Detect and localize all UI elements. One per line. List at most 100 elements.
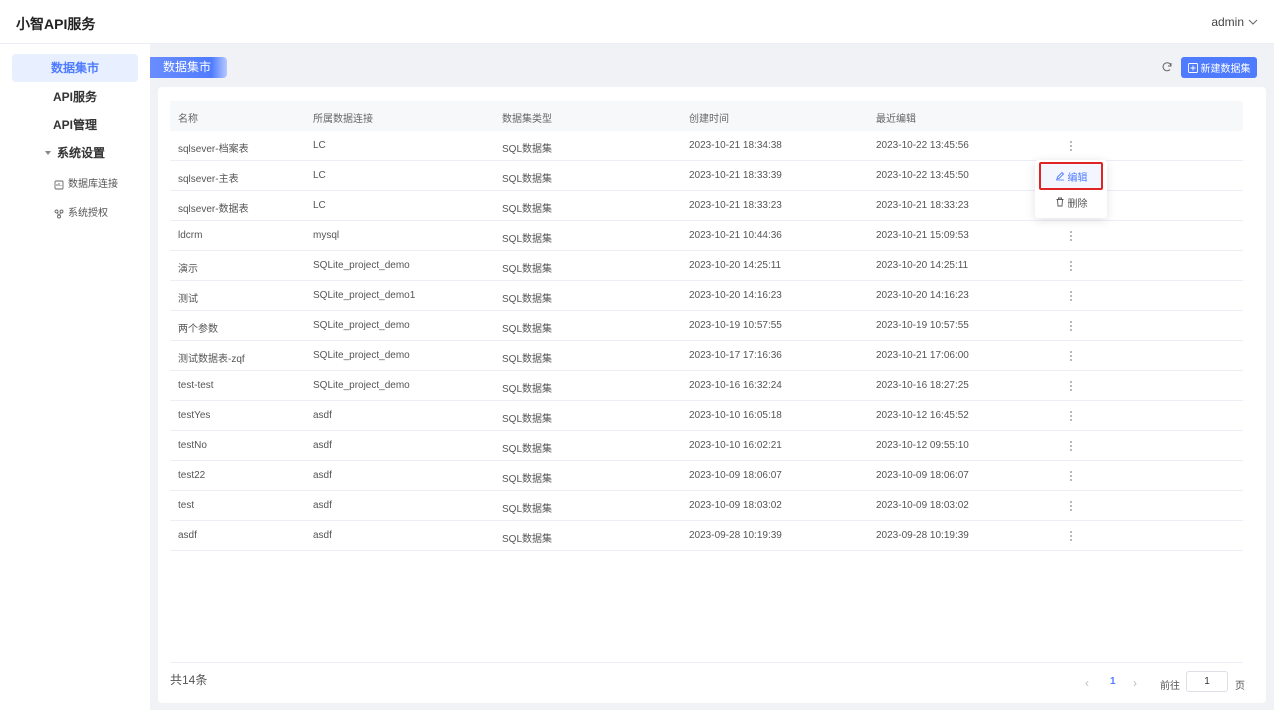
cell-type: SQL数据集 — [502, 414, 553, 425]
more-actions-icon[interactable] — [1065, 259, 1077, 273]
cell-name: 演示 — [178, 264, 198, 275]
cell-type: SQL数据集 — [502, 144, 553, 155]
goto-page-input[interactable] — [1186, 671, 1228, 692]
table-row[interactable]: test22 asdf SQL数据集 2023-10-09 18:06:07 2023-… — [170, 461, 1243, 491]
cell-created: 2023-10-21 18:34:38 — [689, 140, 782, 151]
page-tag: 数据集市 — [150, 57, 228, 78]
table-row[interactable]: ldcrm mysql SQL数据集 2023-10-21 10:44:36 2023-… — [170, 221, 1243, 251]
more-actions-icon[interactable] — [1065, 469, 1077, 483]
more-actions-icon[interactable] — [1065, 319, 1077, 333]
page-number-current[interactable]: 1 — [1110, 676, 1116, 687]
sub-item-label: 系统授权 — [68, 208, 108, 219]
cell-name: 测试数据表-zqf — [178, 354, 245, 365]
table-row[interactable]: 演示 SQLite_project_demo SQL数据集 2023-10-20 14… — [170, 251, 1243, 281]
total-count: 共14条 — [170, 673, 208, 687]
cell-type: SQL数据集 — [502, 354, 553, 365]
cell-name: testYes — [178, 410, 211, 421]
user-menu[interactable]: admin — [1211, 15, 1258, 29]
cell-modified: 2023-10-09 18:03:02 — [876, 500, 969, 511]
edit-menu-item[interactable]: 编辑 — [1039, 162, 1103, 190]
cell-type: SQL数据集 — [502, 264, 553, 275]
sidebar-item-api-service[interactable]: API服务 — [12, 83, 138, 111]
more-actions-icon[interactable] — [1065, 409, 1077, 423]
cell-modified: 2023-10-20 14:25:11 — [876, 260, 969, 271]
sidebar-group-label: 系统设置 — [56, 146, 105, 160]
sidebar-item-api-management[interactable]: API管理 — [12, 111, 138, 139]
cell-name: sqlsever-档案表 — [178, 144, 249, 155]
more-actions-icon[interactable] — [1065, 529, 1077, 543]
table-row[interactable]: test-test SQLite_project_demo SQL数据集 2023-1… — [170, 371, 1243, 401]
cell-type: SQL数据集 — [502, 474, 553, 485]
more-actions-icon[interactable] — [1065, 499, 1077, 513]
cell-modified: 2023-10-20 14:16:23 — [876, 290, 969, 301]
cell-name: 测试 — [178, 294, 198, 305]
cell-created: 2023-10-09 18:03:02 — [689, 500, 782, 511]
table-row[interactable]: sqlsever-档案表 LC SQL数据集 2023-10-21 18:34:38 2… — [170, 131, 1243, 161]
cell-connection: SQLite_project_demo — [313, 320, 410, 331]
more-actions-icon[interactable] — [1065, 139, 1077, 153]
authorization-icon — [54, 209, 64, 219]
cell-created: 2023-10-21 18:33:23 — [689, 200, 782, 211]
cell-connection: asdf — [313, 440, 332, 451]
cell-name: test-test — [178, 380, 214, 391]
cell-type: SQL数据集 — [502, 174, 553, 185]
cell-connection: SQLite_project_demo — [313, 350, 410, 361]
edit-icon — [1055, 171, 1064, 181]
top-header: 小智API服务 admin — [0, 0, 1274, 44]
goto-label: 前往 — [1160, 681, 1180, 692]
cell-modified: 2023-10-09 18:06:07 — [876, 470, 969, 481]
table-row[interactable]: 测试 SQLite_project_demo1 SQL数据集 2023-10-20 1… — [170, 281, 1243, 311]
prev-page-button[interactable]: ‹ — [1085, 676, 1089, 690]
table-row[interactable]: 测试数据表-zqf SQLite_project_demo SQL数据集 2023-1… — [170, 341, 1243, 371]
cell-connection: SQLite_project_demo1 — [313, 290, 416, 301]
cell-modified: 2023-10-21 17:06:00 — [876, 350, 969, 361]
cell-modified: 2023-10-12 16:45:52 — [876, 410, 969, 421]
table-row[interactable]: testYes asdf SQL数据集 2023-10-10 16:05:18 2023… — [170, 401, 1243, 431]
cell-created: 2023-10-09 18:06:07 — [689, 470, 782, 481]
cell-name: test22 — [178, 470, 206, 481]
cell-connection: LC — [313, 170, 326, 181]
more-actions-icon[interactable] — [1065, 289, 1077, 303]
cell-modified: 2023-10-21 15:09:53 — [876, 230, 969, 241]
cell-type: SQL数据集 — [502, 234, 553, 245]
cell-created: 2023-09-28 10:19:39 — [689, 530, 782, 541]
sidebar-item-database-connection[interactable]: 数据库连接 — [54, 174, 118, 196]
more-actions-icon[interactable] — [1065, 229, 1077, 243]
cell-type: SQL数据集 — [502, 324, 553, 335]
table-row[interactable]: testNo asdf SQL数据集 2023-10-10 16:02:21 2023-… — [170, 431, 1243, 461]
cell-created: 2023-10-20 14:16:23 — [689, 290, 782, 301]
username: admin — [1211, 15, 1244, 29]
delete-menu-item[interactable]: 删除 — [1039, 192, 1103, 212]
cell-name: asdf — [178, 530, 197, 541]
delete-label: 删除 — [1067, 198, 1088, 210]
more-actions-icon[interactable] — [1065, 439, 1077, 453]
column-header-name: 名称 — [178, 114, 198, 125]
table-row[interactable]: 两个参数 SQLite_project_demo SQL数据集 2023-10-19 … — [170, 311, 1243, 341]
cell-created: 2023-10-16 16:32:24 — [689, 380, 782, 391]
cell-created: 2023-10-20 14:25:11 — [689, 260, 782, 271]
trash-icon — [1056, 197, 1063, 207]
cell-name: testNo — [178, 440, 207, 451]
more-actions-icon[interactable] — [1065, 349, 1077, 363]
chevron-down-icon — [1248, 19, 1258, 25]
table-row[interactable]: test asdf SQL数据集 2023-10-09 18:03:02 2023-10… — [170, 491, 1243, 521]
edit-label: 编辑 — [1067, 172, 1088, 184]
footer-divider — [170, 662, 1243, 663]
page-unit-label: 页 — [1235, 681, 1245, 692]
sidebar-item-data-market[interactable]: 数据集市 — [12, 54, 138, 82]
cell-modified: 2023-10-22 13:45:50 — [876, 170, 969, 181]
cell-connection: asdf — [313, 470, 332, 481]
sidebar-item-system-authorization[interactable]: 系统授权 — [54, 203, 108, 225]
row-actions-dropdown: 编辑 删除 — [1035, 160, 1107, 218]
new-dataset-label: 新建数据集 — [1200, 64, 1251, 75]
more-actions-icon[interactable] — [1065, 379, 1077, 393]
sidebar-group-system-settings[interactable]: 系统设置 — [12, 139, 138, 167]
cell-connection: LC — [313, 140, 326, 151]
table-row[interactable]: asdf asdf SQL数据集 2023-09-28 10:19:39 2023-09… — [170, 521, 1243, 551]
refresh-icon[interactable] — [1161, 61, 1173, 73]
sidebar: 数据集市 API服务 API管理 系统设置 数据库连接 系统授权 — [0, 44, 150, 710]
next-page-button[interactable]: › — [1133, 676, 1137, 690]
cell-connection: asdf — [313, 530, 332, 541]
caret-down-icon — [44, 151, 51, 155]
new-dataset-button[interactable]: 新建数据集 — [1181, 57, 1257, 78]
